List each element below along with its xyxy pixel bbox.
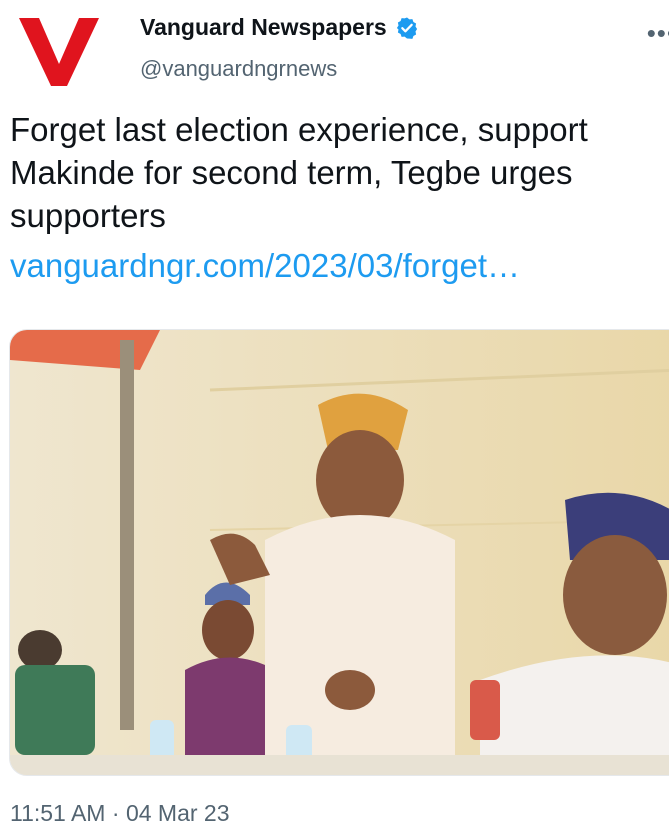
tweet-time: 11:51 AM	[10, 800, 106, 826]
display-name[interactable]: Vanguard Newspapers	[140, 14, 387, 41]
author-handle[interactable]: @vanguardngrnews	[140, 56, 337, 82]
tweet-timestamp[interactable]: 11:51 AM · 04 Mar 23	[10, 800, 230, 827]
tweet-body: Forget last election experience, support…	[10, 108, 669, 287]
tweet-image[interactable]	[9, 329, 669, 776]
more-options-icon[interactable]: •••	[647, 20, 669, 46]
tweet-link[interactable]: vanguardngr.com/2023/03/forget…	[10, 244, 669, 287]
vanguard-logo-icon	[19, 18, 99, 86]
author-name-row[interactable]: Vanguard Newspapers	[140, 14, 419, 41]
timestamp-separator: ·	[111, 800, 120, 826]
avatar[interactable]	[14, 6, 104, 96]
news-photo-icon	[10, 330, 669, 775]
verified-badge-icon	[396, 17, 417, 39]
tweet-text: Forget last election experience, support…	[10, 111, 588, 234]
tweet-date: 04 Mar 23	[125, 800, 230, 826]
